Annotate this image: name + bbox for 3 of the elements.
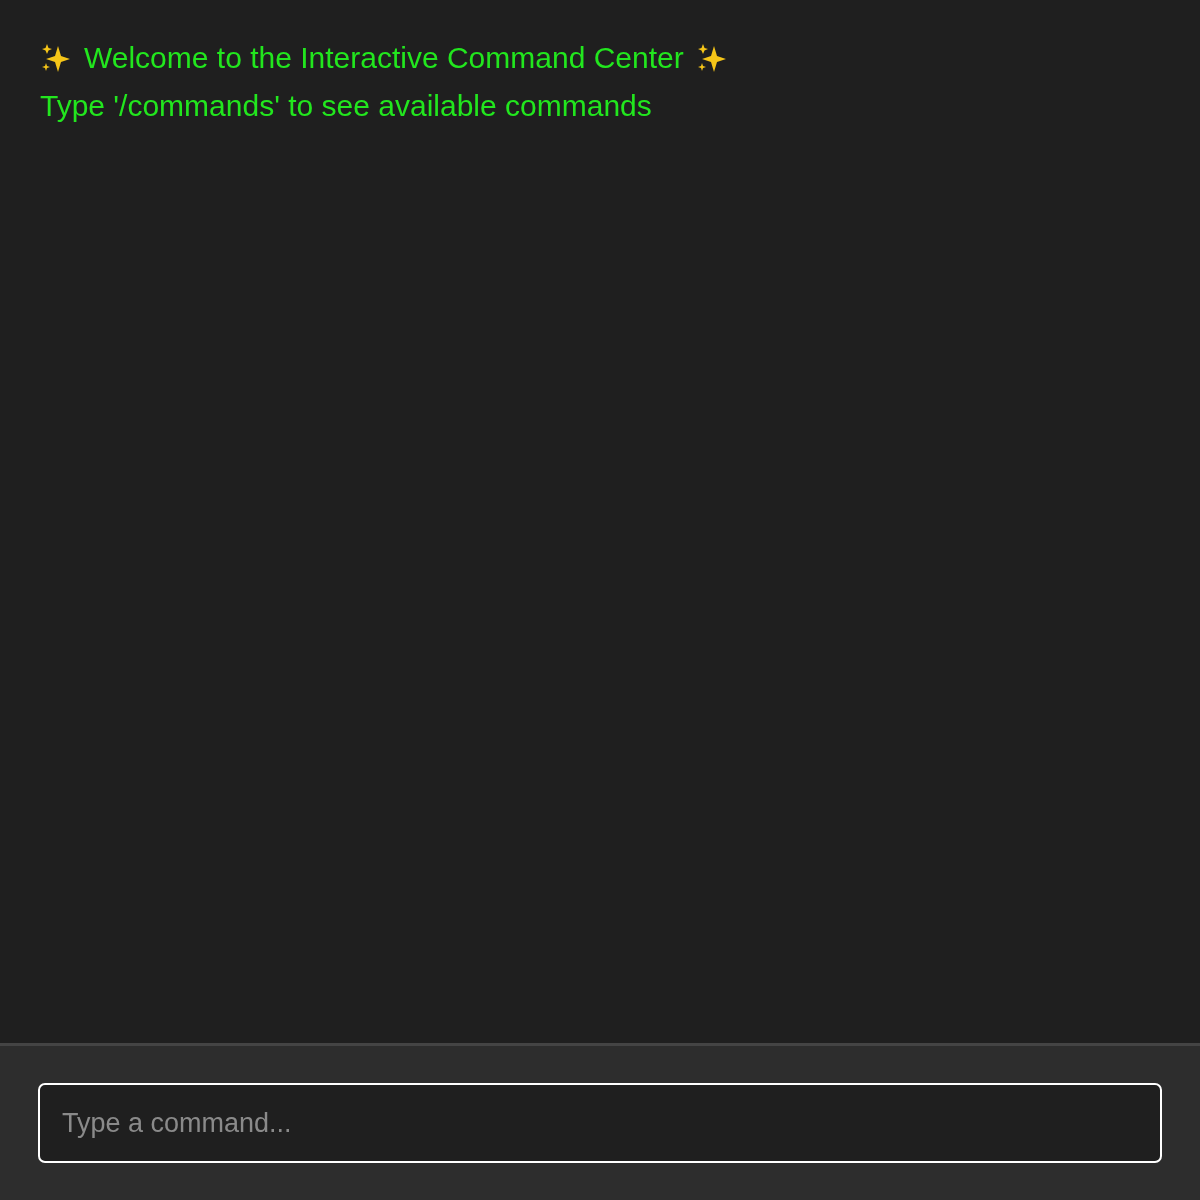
welcome-message: Welcome to the Interactive Command Center: [84, 40, 684, 76]
output-line: Type '/commands' to see available commands: [40, 88, 652, 124]
command-input[interactable]: Type a command...: [38, 1083, 1162, 1163]
